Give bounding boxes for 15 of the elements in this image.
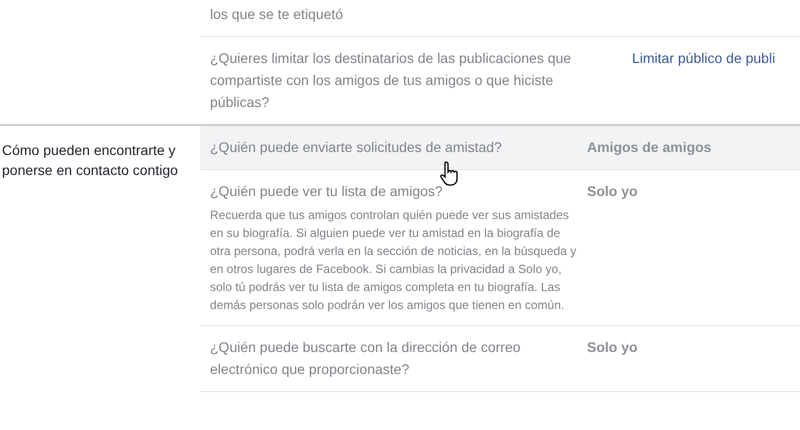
setting-row[interactable]: ¿Quieres limitar los destinatarios de las publicaciones que compartiste con los amigos de tus amigos o que hiciste públicas? Limitar público de publi (200, 37, 800, 124)
setting-value: Amigos de amigos (587, 139, 712, 155)
setting-question: ¿Quién puede enviarte solicitudes de amistad? (210, 138, 503, 157)
setting-description: Recuerda que tus amigos controlan quién puede ver sus amistades en su biografía. Si alguien puede ver tu amistad en la biografía de otra persona, podrá verla en la sección de noticias, en la búsqueda y en otros lugares de Facebook. Si cambias la privacidad a Solo yo, solo tú podrás ver tu lista de amigos completa en tu biografía. Las demás personas solo podrán ver los amigos que tienen en común. (210, 207, 577, 314)
limit-link[interactable]: Limitar público de publi (632, 50, 776, 66)
setting-value: Solo yo (587, 339, 638, 355)
setting-question: los que se te etiquetó (210, 5, 344, 24)
hand-cursor-icon (440, 160, 460, 186)
setting-row[interactable]: ¿Quién puede buscarte con la dirección de correo electrónico que proporcionaste? Solo yo (200, 326, 800, 392)
setting-question: ¿Quién puede ver tu lista de amigos? (210, 182, 444, 201)
setting-row[interactable]: los que se te etiquetó (200, 0, 800, 37)
section-label: Cómo pueden encontrarte y ponerse en contacto contigo (2, 141, 179, 180)
setting-question: ¿Quieres limitar los destinatarios de las publicaciones que compartiste con los amigos de tus amigos o que hiciste públicas? (210, 49, 572, 112)
setting-question: ¿Quién puede buscarte con la dirección de correo electrónico que proporcionaste? (210, 338, 522, 379)
setting-value: Solo yo (587, 183, 638, 199)
